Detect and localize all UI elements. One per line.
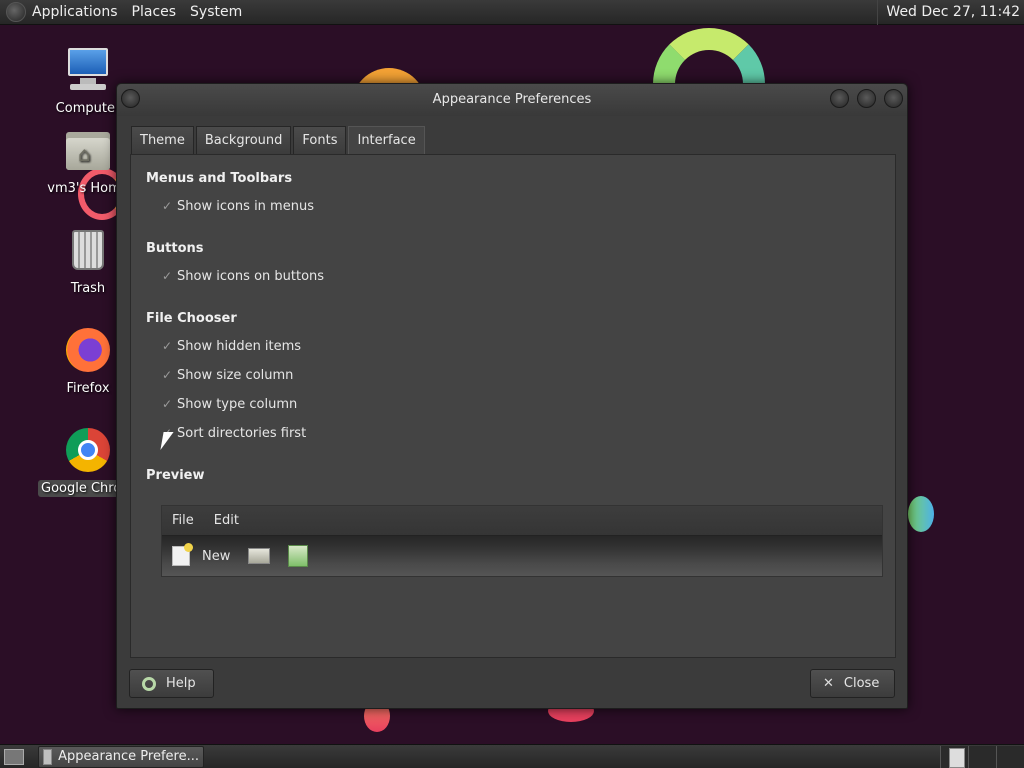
interface-panel: Menus and Toolbars ✓ Show icons in menus… — [130, 154, 896, 658]
new-document-icon — [172, 543, 193, 566]
workspace-1[interactable] — [940, 746, 968, 768]
preview-new-label: New — [202, 548, 231, 564]
checkbox-label: Show icons on buttons — [177, 269, 325, 284]
window-titlebar[interactable]: Appearance Preferences — [117, 84, 907, 116]
appearance-icon — [43, 748, 53, 765]
save-icon — [288, 545, 309, 567]
tab-bar: Theme Background Fonts Interface — [131, 126, 427, 155]
tab-fonts[interactable]: Fonts — [293, 126, 347, 154]
show-desktop-icon[interactable] — [4, 748, 24, 765]
show-size-column-checkbox[interactable]: ✓ Show size column — [161, 368, 293, 383]
workspace-switcher — [940, 746, 1024, 768]
show-type-column-checkbox[interactable]: ✓ Show type column — [161, 397, 297, 412]
checkbox-label: Show icons in menus — [177, 199, 314, 214]
wallpaper-blob-blue — [908, 496, 934, 532]
menu-places[interactable]: Places — [132, 4, 177, 20]
checkmark-icon: ✓ — [161, 338, 173, 353]
clock[interactable]: Wed Dec 27, 11:42 — [877, 0, 1024, 25]
close-icon: ✕ — [823, 676, 834, 691]
preview-menu-edit[interactable]: Edit — [204, 513, 249, 528]
minimize-button[interactable] — [830, 89, 849, 108]
preview-area: File Edit New — [161, 505, 883, 577]
tab-background[interactable]: Background — [195, 126, 292, 154]
checkbox-label: Show size column — [177, 368, 294, 383]
checkmark-icon: ✓ — [161, 198, 173, 213]
taskbar-item-appearance-preferences[interactable]: Appearance Prefere... — [38, 745, 204, 768]
preview-new-button[interactable]: New — [172, 543, 231, 566]
home-folder-icon: ⌂ — [64, 126, 112, 174]
open-folder-icon — [248, 548, 271, 564]
preview-open-button[interactable] — [248, 548, 271, 564]
close-button-label: Close — [843, 676, 880, 691]
section-title-buttons: Buttons — [146, 241, 204, 256]
checkmark-icon: ✓ — [161, 268, 173, 283]
sort-directories-first-checkbox[interactable]: ✓ Sort directories first — [161, 426, 306, 441]
checkbox-label: Sort directories first — [177, 426, 307, 441]
section-title-preview: Preview — [146, 468, 205, 483]
desktop-icon-label: Firefox — [66, 381, 110, 396]
tab-theme[interactable]: Theme — [131, 126, 194, 154]
computer-icon — [64, 46, 112, 94]
top-panel: Applications Places System Wed Dec 27, 1… — [0, 0, 1024, 25]
workspace-2[interactable] — [968, 746, 996, 768]
desktop-icon-label: Computer — [55, 101, 121, 116]
menu-system[interactable]: System — [190, 4, 242, 20]
taskbar-item-label: Appearance Prefere... — [58, 749, 199, 764]
checkbox-label: Show hidden items — [177, 339, 302, 354]
show-hidden-items-checkbox[interactable]: ✓ Show hidden items — [161, 339, 301, 354]
desktop-icon-label: Trash — [70, 281, 106, 296]
window-title: Appearance Preferences — [432, 92, 592, 107]
preview-toolbar: New — [162, 536, 882, 576]
checkmark-icon: ✓ — [161, 396, 173, 411]
trash-icon — [64, 226, 112, 274]
section-title-file-chooser: File Chooser — [146, 311, 237, 326]
help-button-label: Help — [166, 676, 196, 691]
show-icons-in-menus-checkbox[interactable]: ✓ Show icons in menus — [161, 199, 314, 214]
workspace-3[interactable] — [996, 746, 1024, 768]
chrome-icon — [64, 426, 112, 474]
maximize-button[interactable] — [857, 89, 876, 108]
main-menu-logo-icon[interactable] — [6, 2, 26, 22]
bottom-taskbar: Appearance Prefere... — [0, 744, 1024, 768]
help-button[interactable]: Help — [129, 669, 214, 698]
preview-menubar: File Edit — [162, 506, 882, 536]
checkbox-label: Show type column — [177, 397, 298, 412]
section-title-menus: Menus and Toolbars — [146, 171, 293, 186]
window-close-button[interactable] — [884, 89, 903, 108]
checkmark-icon: ✓ — [161, 367, 173, 382]
firefox-icon — [64, 326, 112, 374]
show-icons-on-buttons-checkbox[interactable]: ✓ Show icons on buttons — [161, 269, 324, 284]
tab-interface[interactable]: Interface — [348, 126, 425, 155]
close-button[interactable]: ✕ Close — [810, 669, 895, 698]
preview-save-button[interactable] — [288, 545, 309, 567]
appearance-preferences-window: Appearance Preferences Theme Background … — [116, 83, 908, 709]
menu-applications[interactable]: Applications — [32, 4, 118, 20]
preview-menu-file[interactable]: File — [162, 513, 204, 528]
help-icon — [142, 676, 156, 691]
